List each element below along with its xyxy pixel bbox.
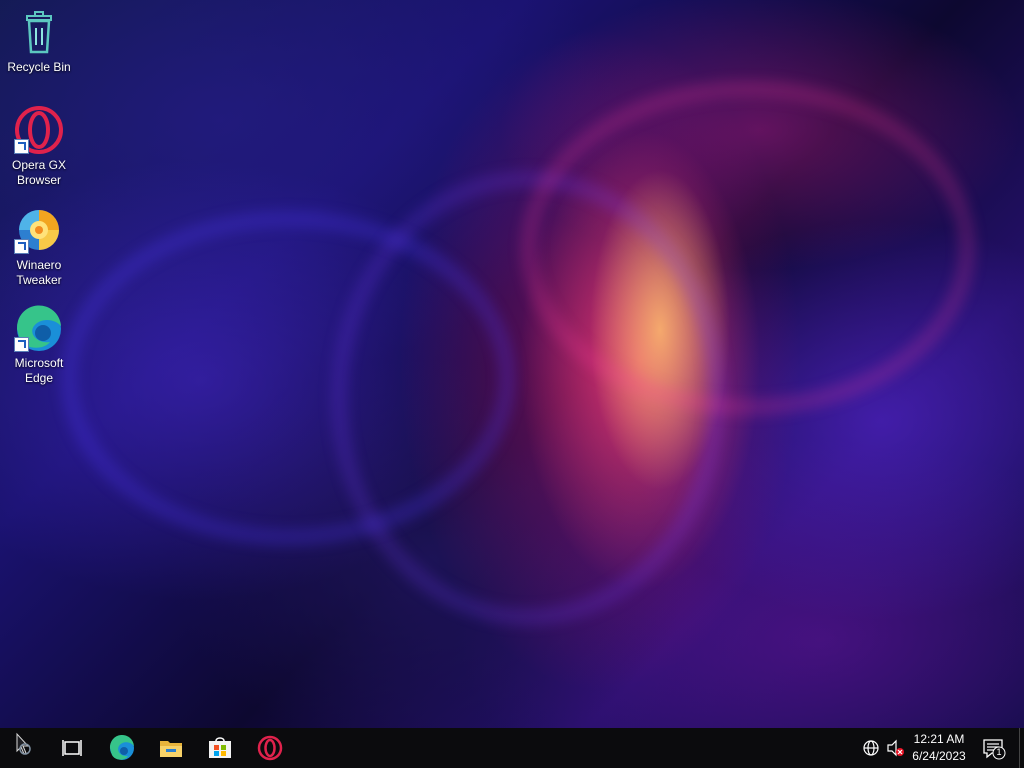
shortcut-arrow-icon xyxy=(14,139,29,154)
desktop-icon-label-line2: Tweaker xyxy=(16,273,62,287)
volume-tray-button[interactable] xyxy=(884,728,906,768)
file-explorer-icon xyxy=(160,741,182,757)
desktop-icon-opera-gx[interactable]: Opera GX Browser xyxy=(4,106,74,188)
globe-icon xyxy=(863,740,879,756)
desktop-icon-label-line1: Microsoft xyxy=(14,356,64,370)
taskbar-file-explorer-button[interactable] xyxy=(151,728,191,768)
desktop-icon-microsoft-edge[interactable]: Microsoft Edge xyxy=(4,304,74,386)
taskbar-edge-button[interactable] xyxy=(102,728,142,768)
desktop-icon-winaero-tweaker[interactable]: Winaero Tweaker xyxy=(4,206,74,288)
edge-icon xyxy=(14,304,64,354)
opera-gx-icon xyxy=(14,106,64,156)
desktop-icon-recycle-bin[interactable]: Recycle Bin xyxy=(4,8,74,75)
desktop-icon-label-line2: Browser xyxy=(16,173,61,187)
desktop-icon-label: Recycle Bin xyxy=(7,60,71,74)
clock-time: 12:21 AM xyxy=(913,732,965,746)
taskbar: 12:21 AM 6/24/2023 1 xyxy=(0,728,1024,768)
speaker-muted-icon xyxy=(887,739,904,757)
opera-icon xyxy=(257,735,283,761)
start-button[interactable] xyxy=(0,728,48,768)
desktop-icon-label-line2: Edge xyxy=(24,371,54,385)
action-center-button[interactable]: 1 xyxy=(978,728,1018,768)
task-view-icon xyxy=(62,740,82,756)
taskbar-opera-button[interactable] xyxy=(250,728,290,768)
show-desktop-button[interactable] xyxy=(1019,728,1024,768)
mouse-cursor-icon xyxy=(16,732,31,755)
desktop-icon-label-line1: Opera GX xyxy=(11,158,67,172)
shortcut-arrow-icon xyxy=(14,239,29,254)
recycle-bin-icon xyxy=(14,8,64,58)
network-tray-button[interactable] xyxy=(860,728,882,768)
task-view-button[interactable] xyxy=(52,728,92,768)
taskbar-store-button[interactable] xyxy=(200,728,240,768)
edge-icon xyxy=(109,734,134,760)
desktop[interactable]: Recycle Bin Opera GX Browser Winaero Twe… xyxy=(0,0,1024,728)
winaero-tweaker-icon xyxy=(14,206,64,256)
clock[interactable]: 12:21 AM 6/24/2023 xyxy=(906,728,972,768)
notification-count-badge: 1 xyxy=(996,747,1002,757)
microsoft-store-icon xyxy=(209,737,231,758)
shortcut-arrow-icon xyxy=(14,337,29,352)
clock-date: 6/24/2023 xyxy=(912,749,966,763)
desktop-icon-label-line1: Winaero xyxy=(16,258,62,272)
